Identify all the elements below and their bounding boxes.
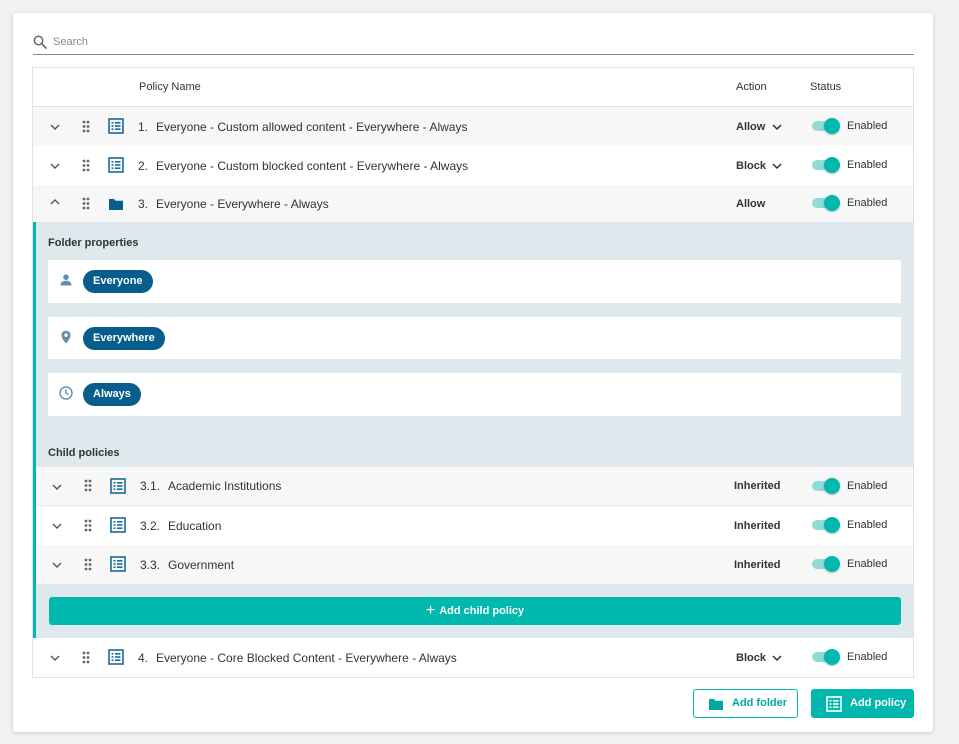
child-policies-title: Child policies	[48, 447, 120, 459]
status-toggle[interactable]	[812, 517, 840, 533]
chevron-down-icon[interactable]	[772, 123, 782, 131]
chip-everyone[interactable]: Everyone	[83, 270, 153, 293]
list-icon	[108, 118, 124, 134]
chevron-down-icon[interactable]	[49, 652, 61, 664]
policy-row-3[interactable]: 3. Everyone - Everywhere - Always Allow …	[33, 185, 913, 222]
property-where: Everywhere	[48, 317, 901, 359]
drag-handle-icon[interactable]	[82, 159, 90, 172]
policy-row-4[interactable]: 4. Everyone - Core Blocked Content - Eve…	[33, 638, 913, 677]
chevron-down-icon[interactable]	[772, 162, 782, 170]
policy-number: 3.	[138, 197, 149, 211]
policy-name[interactable]: Everyone - Custom allowed content - Ever…	[156, 120, 467, 134]
policy-number: 2.	[138, 159, 149, 173]
list-icon	[108, 649, 124, 665]
status-toggle[interactable]	[812, 556, 840, 572]
policy-row-2[interactable]: 2. Everyone - Custom blocked content - E…	[33, 146, 913, 185]
search-input[interactable]	[53, 36, 893, 48]
action-select[interactable]: Allow	[736, 121, 765, 133]
clock-icon	[59, 386, 73, 400]
column-header-action: Action	[736, 81, 767, 93]
policy-row-1[interactable]: 1. Everyone - Custom allowed content - E…	[33, 107, 913, 146]
chevron-up-icon[interactable]	[49, 196, 61, 208]
chevron-down-icon[interactable]	[772, 654, 782, 662]
policy-name[interactable]: Everyone - Custom blocked content - Ever…	[156, 159, 468, 173]
add-child-policy-button[interactable]: + Add child policy	[49, 597, 901, 625]
action-value: Inherited	[734, 480, 781, 492]
status-toggle[interactable]	[812, 118, 840, 134]
list-icon	[110, 517, 126, 533]
folder-expanded-panel: Folder properties Everyone Everywhere Al…	[33, 222, 913, 638]
property-who: Everyone	[48, 260, 901, 303]
action-value: Allow	[736, 198, 766, 210]
chip-everywhere[interactable]: Everywhere	[83, 327, 165, 350]
policy-number: 3.2.	[140, 519, 161, 533]
list-icon	[108, 157, 124, 173]
status-toggle[interactable]	[812, 478, 840, 494]
policy-name[interactable]: Everyone - Everywhere - Always	[156, 197, 329, 211]
drag-handle-icon[interactable]	[84, 519, 92, 532]
policy-name[interactable]: Academic Institutions	[168, 479, 281, 493]
list-icon	[110, 478, 126, 494]
drag-handle-icon[interactable]	[82, 120, 90, 133]
add-policy-label: Add policy	[850, 697, 907, 709]
action-select[interactable]: Block	[736, 160, 766, 172]
column-header-status: Status	[810, 81, 842, 93]
chip-always[interactable]: Always	[83, 383, 141, 406]
policy-number: 1.	[138, 120, 149, 134]
folder-properties-title: Folder properties	[48, 237, 139, 249]
add-child-policy-label: Add child policy	[439, 605, 525, 617]
chevron-down-icon[interactable]	[49, 121, 61, 133]
property-when: Always	[48, 373, 901, 416]
add-policy-button[interactable]: Add policy	[811, 689, 914, 718]
person-icon	[60, 274, 72, 286]
status-label: Enabled	[847, 120, 888, 132]
folder-icon	[109, 199, 123, 210]
action-select[interactable]: Block	[736, 652, 766, 664]
status-label: Enabled	[847, 519, 888, 531]
chevron-down-icon[interactable]	[51, 481, 63, 493]
policy-name[interactable]: Education	[168, 519, 221, 533]
plus-icon: +	[425, 602, 436, 619]
column-header-policy-name: Policy Name	[139, 81, 201, 93]
folder-icon	[709, 699, 723, 710]
drag-handle-icon[interactable]	[82, 197, 90, 210]
status-toggle[interactable]	[812, 195, 840, 211]
status-label: Enabled	[847, 197, 888, 209]
list-icon	[110, 556, 126, 572]
policies-card: Policy Name Action Status 1. Everyone - …	[13, 13, 933, 732]
table-header: Policy Name Action Status	[33, 68, 913, 107]
action-value: Inherited	[734, 520, 781, 532]
drag-handle-icon[interactable]	[84, 479, 92, 492]
chevron-down-icon[interactable]	[51, 520, 63, 532]
chevron-down-icon[interactable]	[51, 559, 63, 571]
status-toggle[interactable]	[812, 157, 840, 173]
chevron-down-icon[interactable]	[49, 160, 61, 172]
list-icon	[826, 696, 842, 712]
search-bar	[33, 33, 914, 55]
child-policy-row-3-3[interactable]: 3.3. Government Inherited Enabled	[36, 545, 913, 584]
add-folder-label: Add folder	[732, 697, 787, 709]
policy-name[interactable]: Everyone - Core Blocked Content - Everyw…	[156, 651, 457, 665]
child-policy-row-3-1[interactable]: 3.1. Academic Institutions Inherited Ena…	[36, 467, 913, 505]
child-policy-row-3-2[interactable]: 3.2. Education Inherited Enabled	[36, 506, 913, 545]
drag-handle-icon[interactable]	[82, 651, 90, 664]
status-label: Enabled	[847, 480, 888, 492]
drag-handle-icon[interactable]	[84, 558, 92, 571]
policy-number: 3.3.	[140, 558, 161, 572]
policies-table: Policy Name Action Status 1. Everyone - …	[32, 67, 914, 678]
policy-number: 3.1.	[140, 479, 161, 493]
action-value: Inherited	[734, 559, 781, 571]
location-pin-icon	[61, 330, 71, 344]
policy-name[interactable]: Government	[168, 558, 234, 572]
policy-number: 4.	[138, 651, 149, 665]
add-folder-button[interactable]: Add folder	[693, 689, 798, 718]
status-label: Enabled	[847, 558, 888, 570]
search-icon	[33, 35, 47, 49]
status-toggle[interactable]	[812, 649, 840, 665]
status-label: Enabled	[847, 159, 888, 171]
status-label: Enabled	[847, 651, 888, 663]
